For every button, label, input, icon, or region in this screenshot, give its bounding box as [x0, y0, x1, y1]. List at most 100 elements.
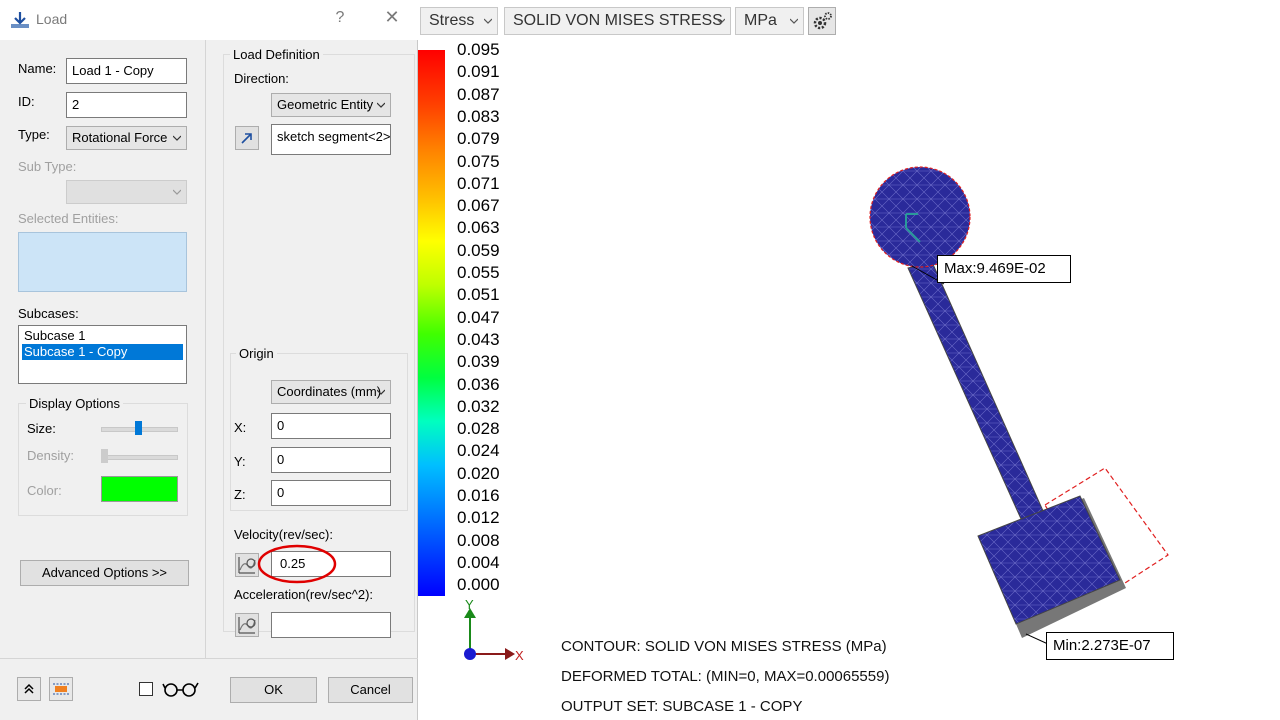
output-set-caption: OUTPUT SET: SUBCASE 1 - COPY	[561, 698, 803, 715]
origin-type-select[interactable]: Coordinates (mm)	[271, 380, 391, 404]
legend-value: 0.067	[457, 196, 500, 216]
direction-entity-field[interactable]: sketch segment<2>	[271, 124, 391, 155]
size-slider-thumb[interactable]	[135, 421, 142, 435]
chevron-down-icon	[790, 18, 798, 24]
direction-type-value: Geometric Entity	[277, 97, 374, 112]
legend-value: 0.039	[457, 352, 500, 372]
list-item[interactable]: Subcase 1	[22, 328, 183, 344]
preview-checkbox[interactable]	[139, 682, 153, 696]
chevron-down-icon	[377, 102, 385, 108]
subcases-list[interactable]: Subcase 1 Subcase 1 - Copy	[18, 325, 187, 384]
component-select[interactable]: SOLID VON MISES STRESS	[504, 7, 731, 35]
y-axis-label: Y	[465, 597, 474, 612]
legend-value: 0.059	[457, 240, 500, 260]
column-divider	[205, 40, 206, 658]
gear-icon	[813, 12, 832, 30]
density-slider-thumb	[101, 449, 108, 463]
chevron-down-icon	[484, 18, 492, 24]
subtype-label: Sub Type:	[18, 159, 77, 174]
advanced-options-button[interactable]: Advanced Options >>	[20, 560, 189, 586]
acceleration-label: Acceleration(rev/sec^2):	[234, 587, 374, 602]
cancel-button[interactable]: Cancel	[328, 677, 413, 703]
legend-value: 0.024	[457, 441, 500, 461]
density-slider-track	[101, 455, 178, 460]
bottom-separator	[0, 658, 418, 659]
legend-value: 0.016	[457, 486, 500, 505]
glasses-icon	[162, 682, 199, 697]
acceleration-field[interactable]	[271, 612, 391, 638]
subtype-select	[66, 180, 187, 204]
load-preview-icon	[53, 683, 69, 695]
name-field[interactable]: Load 1 - Copy	[66, 58, 187, 84]
close-button[interactable]: ✕	[382, 7, 402, 28]
legend-value: 0.051	[457, 285, 500, 305]
legend-value: 0.079	[457, 129, 500, 149]
selected-entities-label: Selected Entities:	[18, 211, 119, 226]
direction-label: Direction:	[234, 71, 289, 86]
legend-value: 0.043	[457, 329, 500, 349]
velocity-label: Velocity(rev/sec):	[234, 527, 333, 542]
chevron-down-icon	[717, 18, 725, 24]
units-value: MPa	[744, 12, 777, 29]
legend-value: 0.087	[457, 84, 500, 104]
min-leader	[1025, 633, 1049, 645]
legend-value: 0.083	[457, 106, 500, 126]
color-swatch[interactable]	[101, 476, 178, 502]
legend-value: 0.071	[457, 173, 500, 193]
size-label: Size:	[27, 421, 56, 436]
x-label: X:	[234, 420, 247, 435]
origin-title: Origin	[236, 346, 277, 361]
origin-y-field[interactable]: 0	[271, 447, 391, 473]
function-graph-icon	[238, 557, 256, 574]
select-arrow-icon	[241, 133, 252, 144]
density-label: Density:	[27, 448, 74, 463]
type-label: Type:	[18, 127, 50, 142]
load-definition-title: Load Definition	[230, 47, 323, 62]
origin-z-field[interactable]: 0	[271, 480, 391, 506]
settings-button[interactable]	[808, 7, 836, 35]
contour-caption: CONTOUR: SOLID VON MISES STRESS (MPa)	[561, 638, 887, 655]
chevron-down-icon	[173, 135, 181, 141]
units-select[interactable]: MPa	[735, 7, 804, 35]
help-button[interactable]: ?	[330, 9, 350, 27]
dialog-titlebar: Load ? ✕	[0, 0, 418, 40]
origin-x-field[interactable]: 0	[271, 413, 391, 439]
pick-entity-button[interactable]	[235, 126, 259, 150]
legend-value: 0.020	[457, 463, 500, 483]
list-item[interactable]: Subcase 1 - Copy	[22, 344, 183, 360]
max-label: Max:9.469E-02	[937, 255, 1071, 283]
result-type-value: Stress	[429, 12, 475, 29]
legend-value: 0.095	[457, 40, 500, 59]
result-type-select[interactable]: Stress	[420, 7, 498, 35]
preview-button[interactable]	[49, 677, 73, 701]
direction-type-select[interactable]: Geometric Entity	[271, 93, 391, 117]
legend-value: 0.047	[457, 307, 500, 327]
legend-value: 0.004	[457, 552, 500, 572]
legend-value: 0.032	[457, 396, 500, 416]
collapse-button[interactable]	[17, 677, 41, 701]
origin-type-value: Coordinates (mm)	[277, 384, 382, 399]
stress-color-bar	[418, 50, 445, 596]
legend-value: 0.028	[457, 419, 500, 439]
function-graph-icon	[238, 617, 256, 634]
ok-button[interactable]: OK	[230, 677, 317, 703]
id-field[interactable]: 2	[66, 92, 187, 118]
subcases-label: Subcases:	[18, 306, 79, 321]
chevron-down-icon	[173, 189, 181, 195]
id-label: ID:	[18, 94, 35, 109]
chevron-down-icon	[377, 389, 385, 395]
load-dialog: Load ? ✕ Name: Load 1 - Copy ID: 2 Type:…	[0, 0, 418, 720]
type-select[interactable]: Rotational Force	[66, 126, 187, 150]
legend-value: 0.012	[457, 508, 500, 528]
double-chevron-up-icon	[24, 683, 34, 694]
legend-value: 0.000	[457, 575, 500, 595]
selected-entities-box[interactable]	[18, 232, 187, 292]
model-viewport[interactable]	[840, 150, 1200, 670]
acceleration-function-button[interactable]	[235, 613, 259, 637]
display-options-title: Display Options	[26, 396, 124, 411]
color-label: Color:	[27, 483, 62, 498]
z-label: Z:	[234, 487, 246, 502]
legend-value: 0.091	[457, 62, 500, 82]
deformed-caption: DEFORMED TOTAL: (MIN=0, MAX=0.00065559)	[561, 668, 890, 685]
min-label: Min:2.273E-07	[1046, 632, 1174, 660]
